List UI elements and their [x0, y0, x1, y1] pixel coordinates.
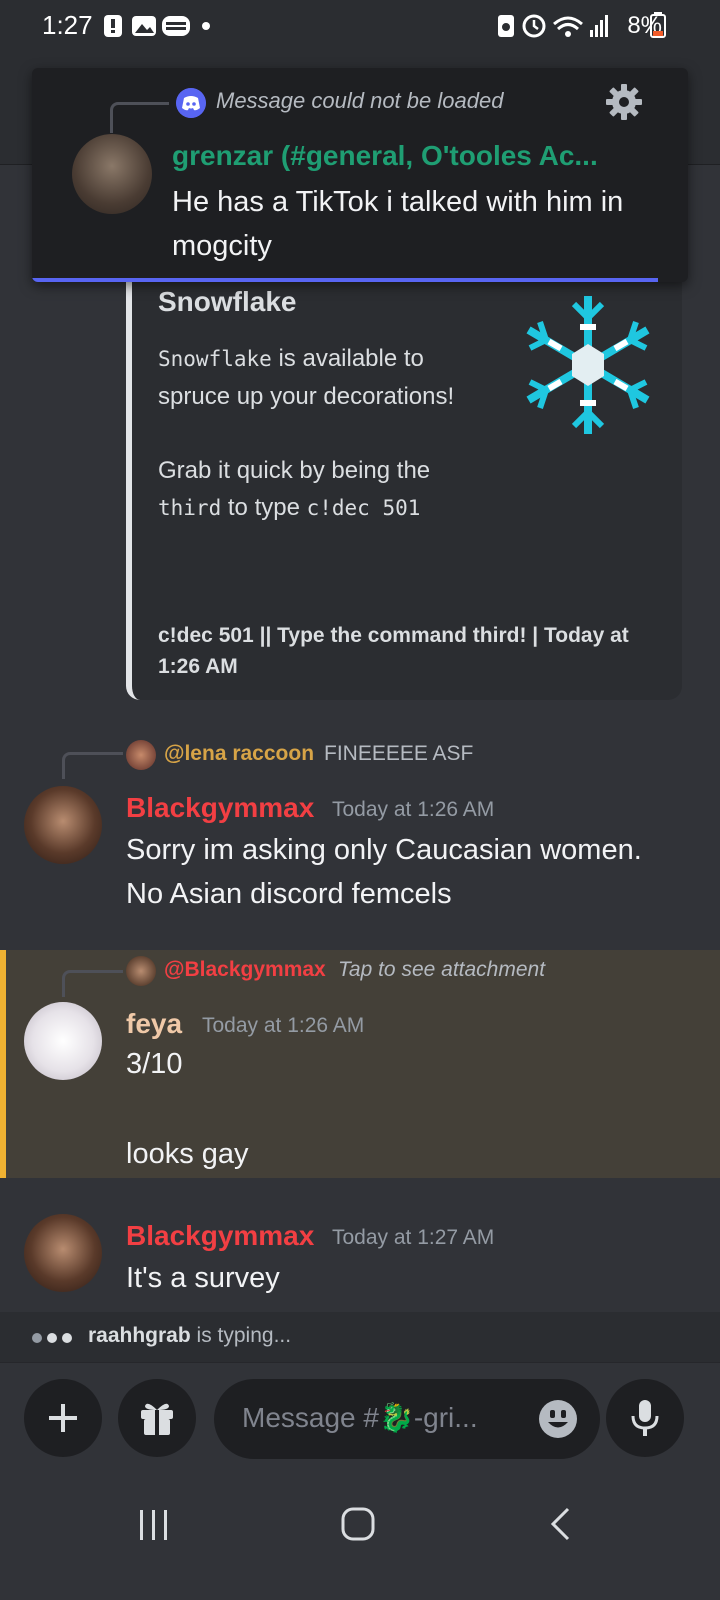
notification-author: grenzar (#general, O'tooles Ac...: [172, 140, 598, 171]
typing-user: raahhgrab: [88, 1324, 191, 1347]
plus-icon: [49, 1404, 77, 1432]
message-item[interactable]: @Blackgymmax Tap to see attachment feya …: [0, 950, 720, 1178]
desc-text-2: Grab it quick by being the: [158, 457, 431, 484]
code-snowflake: Snowflake: [158, 347, 272, 371]
notification-body: He has a TikTok i talked with him in mog…: [172, 186, 624, 262]
clock: 1:27: [42, 10, 93, 40]
discord-icon: [176, 88, 206, 118]
typing-dots-icon: [32, 1330, 77, 1348]
username[interactable]: Blackgymmax: [126, 1220, 314, 1252]
recent-apps-icon[interactable]: [136, 1508, 172, 1542]
message-input[interactable]: Message #🐉-gri...: [214, 1379, 600, 1459]
message-text: 3/10: [126, 1048, 183, 1080]
typing-text: raahhgrab is typing...: [88, 1324, 291, 1348]
reply-preview[interactable]: Tap to see attachment: [338, 958, 545, 982]
gift-button[interactable]: [118, 1379, 196, 1457]
message-item[interactable]: @lena raccoon FINEEEEE ASF Blackgymmax T…: [0, 732, 720, 932]
reply-connector: [62, 752, 123, 779]
back-icon[interactable]: [548, 1506, 572, 1542]
avatar[interactable]: [24, 786, 102, 864]
reply-connector: [110, 102, 169, 133]
message-composer: Message #🐉-gri...: [0, 1362, 720, 1473]
gear-icon[interactable]: [604, 82, 644, 122]
desc-text-3: to type: [221, 494, 307, 521]
status-icons-right: [498, 14, 608, 38]
reply-author[interactable]: @Blackgymmax: [164, 958, 326, 982]
push-notification[interactable]: Message could not be loaded grenzar (#ge…: [32, 68, 688, 282]
code-command: c!dec 501: [306, 496, 421, 520]
status-icons-left: [104, 15, 210, 37]
typing-suffix: is typing...: [190, 1324, 292, 1347]
typing-indicator: raahhgrab is typing...: [0, 1312, 720, 1362]
message-text: looks gay: [126, 1138, 249, 1170]
code-third: third: [158, 496, 222, 520]
gift-icon: [141, 1403, 173, 1435]
notification-progress: [32, 278, 658, 282]
message-text: It's a survey: [126, 1262, 280, 1294]
username[interactable]: feya: [126, 1008, 182, 1040]
reply-avatar: [126, 740, 156, 770]
timestamp: Today at 1:26 AM: [202, 1014, 365, 1037]
embed-footer: c!dec 501 || Type the command third! | T…: [158, 624, 629, 678]
voice-message-button[interactable]: [606, 1379, 684, 1457]
avatar[interactable]: [24, 1214, 102, 1292]
status-bar: 1:27 8%: [0, 0, 720, 52]
message-placeholder: Message #🐉-gri...: [242, 1402, 478, 1433]
avatar[interactable]: [24, 1002, 102, 1080]
timestamp: Today at 1:26 AM: [332, 798, 495, 821]
message-item[interactable]: Blackgymmax Today at 1:27 AM It's a surv…: [0, 1200, 720, 1310]
avatar: [72, 134, 152, 214]
system-nav-bar: [0, 1472, 720, 1600]
username[interactable]: Blackgymmax: [126, 792, 314, 824]
battery-icon: [650, 12, 666, 38]
emoji-icon[interactable]: [538, 1399, 578, 1439]
timestamp: Today at 1:27 AM: [332, 1226, 495, 1249]
embed-title: Snowflake: [158, 286, 297, 317]
reply-author[interactable]: @lena raccoon: [164, 742, 314, 766]
message-text: Sorry im asking only Caucasian women. No…: [126, 834, 642, 910]
reply-preview[interactable]: FINEEEEE ASF: [324, 742, 473, 766]
microphone-icon: [631, 1400, 659, 1436]
embed-description: Snowflake is available to spruce up your…: [158, 340, 468, 527]
reply-avatar: [126, 956, 156, 986]
embed-card: Snowflake Snowflake is available to spru…: [126, 270, 682, 700]
home-icon[interactable]: [340, 1506, 376, 1542]
add-attachment-button[interactable]: [24, 1379, 102, 1457]
reply-connector: [62, 970, 123, 997]
snowflake-icon: [526, 296, 650, 434]
notification-header: Message could not be loaded: [216, 88, 504, 113]
